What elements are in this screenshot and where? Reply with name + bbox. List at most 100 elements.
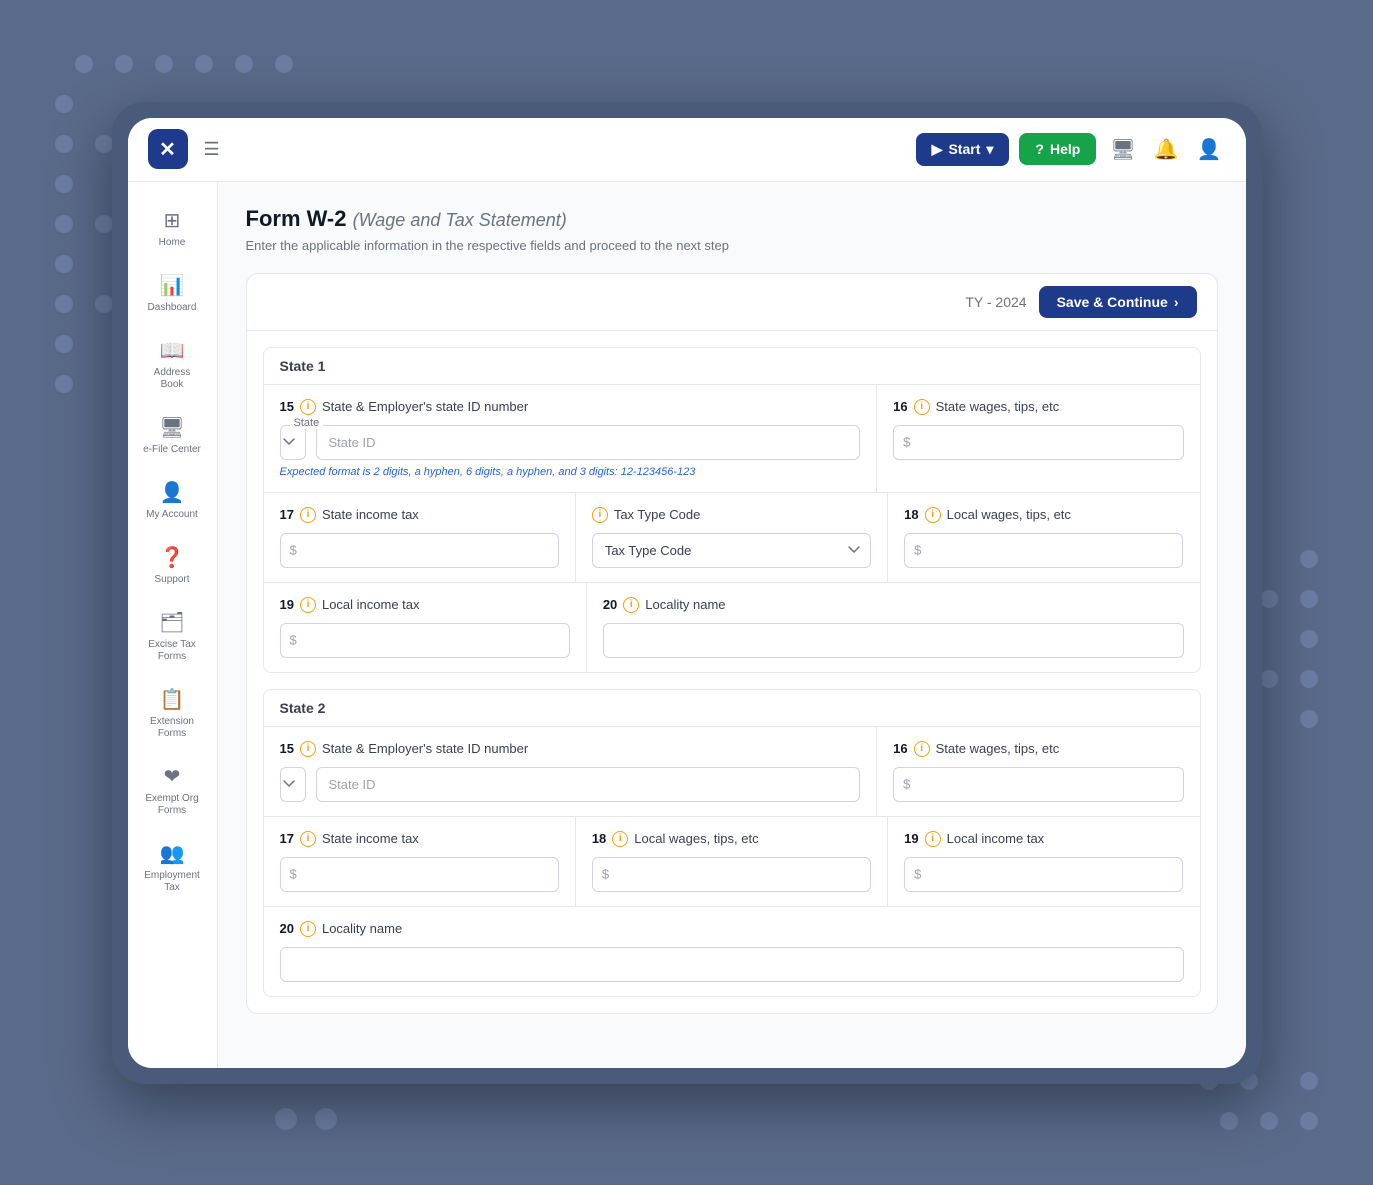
state1-field15-inputs: State New Mexico (NM) — [280, 425, 861, 460]
info-icon: i — [612, 831, 628, 847]
info-icon: i — [300, 741, 316, 757]
state2-field18-cell: 18 i Local wages, tips, etc $ — [576, 817, 888, 906]
state2-field15-label: 15 i State & Employer's state ID number — [280, 741, 861, 757]
state2-select-wrapper: State — [280, 767, 306, 802]
state1-field15-cell: 15 i State & Employer's state ID number … — [264, 385, 878, 492]
topbar: ✕ ☰ ▶ Start ▾ ? Help 🖥 🔔 👤 — [128, 118, 1246, 182]
state2-field17-input[interactable] — [280, 857, 559, 892]
extension-forms-icon: 📋 — [160, 687, 185, 712]
state2-field18-wrapper: $ — [592, 857, 871, 892]
state1-field18-label: 18 i Local wages, tips, etc — [904, 507, 1183, 523]
save-continue-button[interactable]: Save & Continue › — [1039, 286, 1197, 318]
info-icon: i — [592, 507, 608, 523]
info-icon: i — [925, 507, 941, 523]
form-card-header: TY - 2024 Save & Continue › — [247, 274, 1217, 331]
sidebar-item-exempt-org[interactable]: ❤ Exempt Org Forms — [134, 754, 210, 827]
sidebar-item-address-book[interactable]: 📖 Address Book — [134, 328, 210, 401]
state2-state-select[interactable]: State — [280, 767, 306, 802]
sidebar-item-employment-tax[interactable]: 👥 Employment Tax — [134, 831, 210, 904]
home-icon: ⊞ — [164, 208, 181, 233]
start-button[interactable]: ▶ Start ▾ — [916, 133, 1010, 166]
app-inner: ✕ ☰ ▶ Start ▾ ? Help 🖥 🔔 👤 — [128, 118, 1246, 1068]
state1-row1: 15 i State & Employer's state ID number … — [264, 385, 1200, 493]
state2-title: State 2 — [264, 690, 1200, 727]
chevron-right-icon: › — [1174, 294, 1179, 310]
dollar-sign: $ — [914, 543, 921, 558]
sidebar-item-home[interactable]: ⊞ Home — [134, 198, 210, 259]
state1-field20-input[interactable] — [603, 623, 1184, 658]
notification-button[interactable]: 🔔 — [1150, 133, 1183, 166]
excise-tax-icon: 🗂 — [159, 610, 184, 635]
state2-state-id-input[interactable] — [316, 767, 861, 802]
info-icon: i — [300, 507, 316, 523]
info-icon: i — [300, 921, 316, 937]
state1-field17-cell: 17 i State income tax $ — [264, 493, 576, 582]
app-card: ✕ ☰ ▶ Start ▾ ? Help 🖥 🔔 👤 — [112, 102, 1262, 1084]
dollar-sign: $ — [602, 867, 609, 882]
state1-field17-wrapper: $ — [280, 533, 559, 568]
state1-hint-text: Expected format is 2 digits, a hyphen, 6… — [280, 466, 861, 478]
state1-row2: 17 i State income tax $ — [264, 493, 1200, 583]
account-icon: 👤 — [160, 480, 185, 505]
state-select-wrapper: State New Mexico (NM) — [280, 425, 306, 460]
sidebar-item-dashboard[interactable]: 📊 Dashboard — [134, 263, 210, 324]
state2-row2: 17 i State income tax $ — [264, 817, 1200, 907]
sidebar-item-my-account[interactable]: 👤 My Account — [134, 470, 210, 531]
state1-field16-wrapper: $ — [893, 425, 1183, 460]
dashboard-icon: 📊 — [160, 273, 185, 298]
state2-field15-inputs: State — [280, 767, 861, 802]
state1-title: State 1 — [264, 348, 1200, 385]
state2-row1: 15 i State & Employer's state ID number … — [264, 727, 1200, 817]
sidebar-item-label: Employment Tax — [142, 870, 202, 894]
state2-field16-input[interactable] — [893, 767, 1183, 802]
dollar-sign: $ — [290, 633, 297, 648]
state1-field17-input[interactable] — [280, 533, 559, 568]
state1-tax-type-select[interactable]: Tax Type Code — [592, 533, 871, 568]
monitor-button[interactable]: 🖥 — [1106, 133, 1139, 166]
account-button[interactable]: 👤 — [1193, 133, 1226, 166]
main-content: Form W-2 (Wage and Tax Statement) Enter … — [218, 182, 1246, 1068]
page-subtitle: Enter the applicable information in the … — [246, 238, 1218, 253]
sidebar-item-label: Exempt Org Forms — [142, 793, 202, 817]
state2-field17-label: 17 i State income tax — [280, 831, 559, 847]
state2-field16-label: 16 i State wages, tips, etc — [893, 741, 1183, 757]
state1-state-id-input[interactable] — [316, 425, 861, 460]
help-button[interactable]: ? Help — [1019, 133, 1096, 165]
page-title: Form W-2 (Wage and Tax Statement) — [246, 206, 1218, 232]
sidebar-item-efile-center[interactable]: 🖥 e-File Center — [134, 405, 210, 466]
sidebar-item-extension-forms[interactable]: 📋 Extension Forms — [134, 677, 210, 750]
sidebar-item-label: Dashboard — [148, 302, 197, 314]
body-layout: ⊞ Home 📊 Dashboard 📖 Address Book 🖥 e-Fi… — [128, 182, 1246, 1068]
dollar-sign: $ — [903, 777, 910, 792]
sidebar-item-excise-tax[interactable]: 🗂 Excise Tax Forms — [134, 600, 210, 673]
topbar-actions: ▶ Start ▾ ? Help 🖥 🔔 👤 — [916, 133, 1226, 166]
state2-field18-input[interactable] — [592, 857, 871, 892]
sidebar-item-support[interactable]: ❓ Support — [134, 535, 210, 596]
info-icon: i — [925, 831, 941, 847]
state2-field17-cell: 17 i State income tax $ — [264, 817, 576, 906]
state1-state-select[interactable]: New Mexico (NM) — [280, 425, 306, 460]
menu-toggle-icon[interactable]: ☰ — [204, 139, 220, 160]
state1-field18-cell: 18 i Local wages, tips, etc $ — [888, 493, 1199, 582]
sidebar-item-label: Extension Forms — [142, 716, 202, 740]
info-icon: i — [300, 831, 316, 847]
state1-field19-wrapper: $ — [280, 623, 570, 658]
state2-field19-wrapper: $ — [904, 857, 1183, 892]
state2-section: State 2 15 i State & Employer's state ID… — [263, 689, 1201, 997]
state1-field19-cell: 19 i Local income tax $ — [264, 583, 587, 672]
state2-field20-input[interactable] — [280, 947, 1184, 982]
employment-tax-icon: 👥 — [160, 841, 185, 866]
state1-field16-input[interactable] — [893, 425, 1183, 460]
dollar-sign: $ — [290, 867, 297, 882]
sidebar-item-label: My Account — [146, 509, 198, 521]
state1-tax-type-cell: i Tax Type Code Tax Type Code — [576, 493, 888, 582]
state2-field16-cell: 16 i State wages, tips, etc $ — [877, 727, 1199, 816]
state2-field19-input[interactable] — [904, 857, 1183, 892]
question-icon: ? — [1035, 141, 1044, 157]
state1-tax-type-label: i Tax Type Code — [592, 507, 871, 523]
info-icon: i — [914, 399, 930, 415]
state1-field19-input[interactable] — [280, 623, 570, 658]
state2-field19-cell: 19 i Local income tax $ — [888, 817, 1199, 906]
state1-field18-input[interactable] — [904, 533, 1183, 568]
state1-section: State 1 15 i State & Employer's state ID… — [263, 347, 1201, 673]
